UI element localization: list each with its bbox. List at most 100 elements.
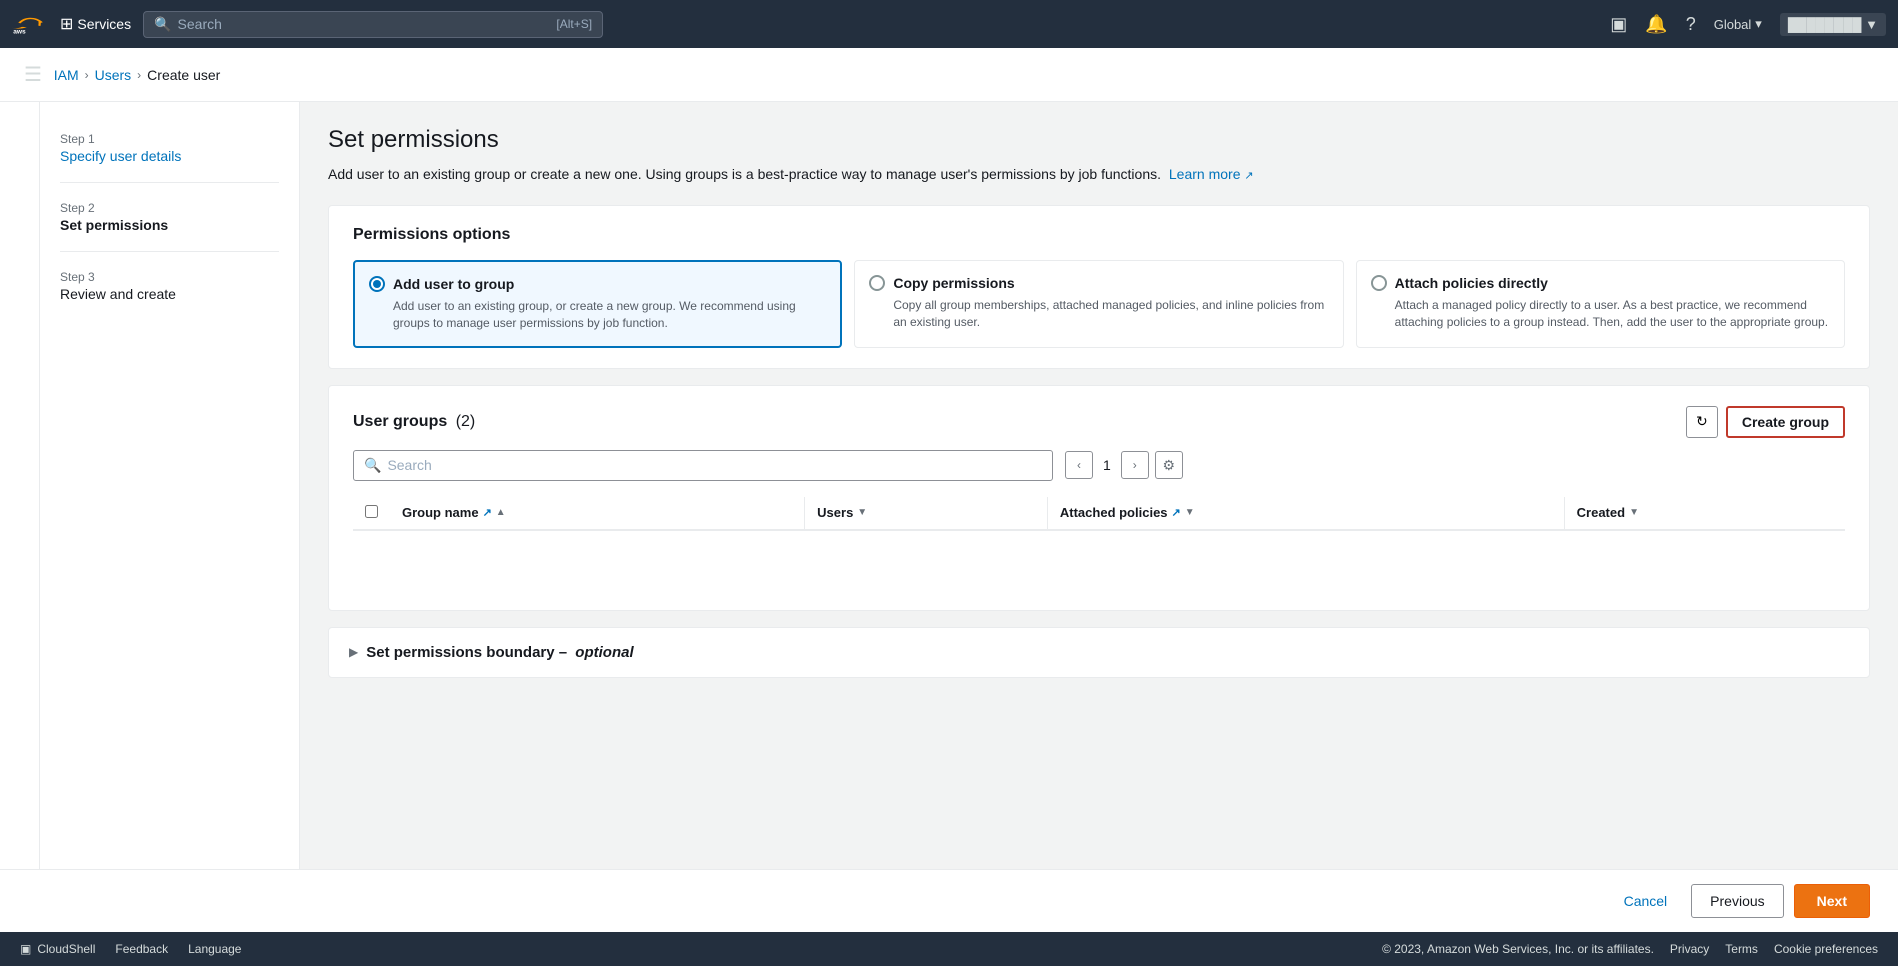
col-created-header[interactable]: Created ▼ [1564, 497, 1845, 530]
permissions-boundary-card: ▶ Set permissions boundary – optional [328, 627, 1870, 678]
cancel-button[interactable]: Cancel [1610, 885, 1682, 917]
table-settings-button[interactable]: ⚙ [1155, 451, 1183, 479]
language-link[interactable]: Language [188, 942, 241, 956]
perm-option-2-desc: Copy all group memberships, attached man… [869, 297, 1328, 331]
nav-icons: ▣ 🔔 ? Global ▾ ████████ ▼ [1610, 13, 1886, 36]
permissions-options-inner: Permissions options Add user to group Ad… [329, 206, 1869, 368]
groups-count: (2) [456, 413, 476, 430]
radio-attach-policies[interactable] [1371, 275, 1387, 291]
boundary-section[interactable]: ▶ Set permissions boundary – optional [329, 628, 1869, 677]
sidebar-step-1: Step 1 Specify user details [40, 122, 299, 174]
search-input[interactable] [178, 16, 551, 32]
col-group-name-header[interactable]: Group name ↗ ▲ [390, 497, 805, 530]
groups-table: Group name ↗ ▲ Users ▼ [353, 497, 1845, 590]
breadcrumb-users[interactable]: Users [95, 67, 132, 83]
step-1-label: Step 1 [60, 132, 279, 146]
perm-option-copy-permissions[interactable]: Copy permissions Copy all group membersh… [854, 260, 1343, 348]
terminal-footer-icon: ▣ [20, 942, 31, 956]
groups-search-input[interactable] [387, 457, 1042, 473]
main-area: Step 1 Specify user details Step 2 Set p… [0, 102, 1898, 869]
sort-down-icon-created: ▼ [1629, 507, 1639, 518]
bell-icon[interactable]: 🔔 [1645, 14, 1667, 35]
aws-logo[interactable]: aws [12, 6, 48, 42]
sidebar: Step 1 Specify user details Step 2 Set p… [40, 102, 300, 869]
select-all-checkbox[interactable] [365, 505, 378, 518]
cloudshell-link[interactable]: ▣ CloudShell [20, 942, 95, 956]
sort-up-icon: ▲ [496, 507, 506, 518]
groups-actions: ↻ Create group [1686, 406, 1845, 438]
step-3-label: Step 3 [60, 270, 279, 284]
sidebar-item-review-create[interactable]: Review and create [60, 286, 279, 302]
sidebar-left-toggle [0, 102, 40, 869]
footer-right: © 2023, Amazon Web Services, Inc. or its… [1382, 942, 1878, 956]
groups-search[interactable]: 🔍 [353, 450, 1053, 481]
perm-option-3-label: Attach policies directly [1395, 275, 1548, 291]
breadcrumb-sep-2: › [137, 68, 141, 82]
sidebar-step-2: Step 2 Set permissions [40, 191, 299, 243]
search-hint: [Alt+S] [556, 17, 592, 31]
sidebar-toggle-button[interactable]: ☰ [20, 58, 46, 91]
terms-link[interactable]: Terms [1725, 942, 1758, 956]
chevron-down-icon: ▾ [1755, 16, 1762, 32]
perm-option-add-to-group[interactable]: Add user to group Add user to an existin… [353, 260, 842, 348]
col-checkbox-header [353, 497, 390, 530]
page-number: 1 [1099, 457, 1115, 473]
expand-icon: ▶ [349, 645, 358, 659]
create-group-button[interactable]: Create group [1726, 406, 1845, 438]
refresh-button[interactable]: ↻ [1686, 406, 1718, 438]
region-selector[interactable]: Global ▾ [1714, 16, 1762, 32]
col-users-header[interactable]: Users ▼ [805, 497, 1048, 530]
services-menu[interactable]: ⊞ Services [60, 14, 131, 34]
sidebar-item-specify-user[interactable]: Specify user details [60, 148, 279, 164]
page-description: Add user to an existing group or create … [328, 164, 1870, 185]
search-icon-small: 🔍 [364, 457, 381, 474]
boundary-title: Set permissions boundary – optional [366, 644, 633, 661]
cookie-link[interactable]: Cookie preferences [1774, 942, 1878, 956]
groups-table-body [353, 530, 1845, 590]
sidebar-step-3: Step 3 Review and create [40, 260, 299, 312]
bottom-action-bar: Cancel Previous Next [0, 869, 1898, 932]
breadcrumb: ☰ IAM › Users › Create user [0, 48, 1898, 102]
help-icon[interactable]: ? [1686, 14, 1696, 35]
feedback-link[interactable]: Feedback [115, 942, 168, 956]
svg-text:aws: aws [13, 29, 26, 36]
step-2-label: Step 2 [60, 201, 279, 215]
prev-page-button[interactable]: ‹ [1065, 451, 1093, 479]
table-header-row: Group name ↗ ▲ Users ▼ [353, 497, 1845, 530]
pagination-row: ‹ 1 › ⚙ [1065, 451, 1183, 479]
terminal-icon[interactable]: ▣ [1610, 14, 1627, 35]
next-button[interactable]: Next [1794, 884, 1870, 918]
external-link-icon-col: ↗ [483, 506, 492, 519]
search-icon: 🔍 [154, 16, 171, 33]
groups-title: User groups (2) [353, 413, 475, 431]
footer: ▣ CloudShell Feedback Language © 2023, A… [0, 932, 1898, 966]
app-layout: ☰ IAM › Users › Create user Step 1 Speci… [0, 48, 1898, 966]
permissions-options-card: Permissions options Add user to group Ad… [328, 205, 1870, 369]
page-title: Set permissions [328, 126, 1870, 154]
breadcrumb-iam[interactable]: IAM [54, 67, 79, 83]
page-content: Set permissions Add user to an existing … [300, 102, 1898, 869]
footer-left: ▣ CloudShell Feedback Language [20, 942, 241, 956]
table-header: Group name ↗ ▲ Users ▼ [353, 497, 1845, 530]
sort-down-icon-policies: ▼ [1185, 507, 1195, 518]
perm-option-attach-policies[interactable]: Attach policies directly Attach a manage… [1356, 260, 1845, 348]
privacy-link[interactable]: Privacy [1670, 942, 1709, 956]
account-label: ████████ ▼ [1788, 17, 1878, 32]
sort-down-icon-users: ▼ [857, 507, 867, 518]
perm-option-1-desc: Add user to an existing group, or create… [369, 298, 826, 332]
learn-more-link[interactable]: Learn more [1169, 166, 1241, 182]
radio-add-to-group[interactable] [369, 276, 385, 292]
global-search[interactable]: 🔍 [Alt+S] [143, 11, 603, 38]
next-page-button[interactable]: › [1121, 451, 1149, 479]
user-groups-inner: User groups (2) ↻ Create group 🔍 [329, 386, 1869, 610]
previous-button[interactable]: Previous [1691, 884, 1783, 918]
account-menu[interactable]: ████████ ▼ [1780, 13, 1886, 36]
region-label: Global [1714, 17, 1752, 32]
col-attached-policies-header[interactable]: Attached policies ↗ ▼ [1047, 497, 1564, 530]
perm-option-2-label: Copy permissions [893, 275, 1014, 291]
permissions-options-title: Permissions options [353, 226, 1845, 244]
sidebar-item-set-permissions[interactable]: Set permissions [60, 217, 279, 233]
radio-copy-permissions[interactable] [869, 275, 885, 291]
services-label: Services [77, 16, 131, 32]
top-navigation: aws ⊞ Services 🔍 [Alt+S] ▣ 🔔 ? Global ▾ … [0, 0, 1898, 48]
